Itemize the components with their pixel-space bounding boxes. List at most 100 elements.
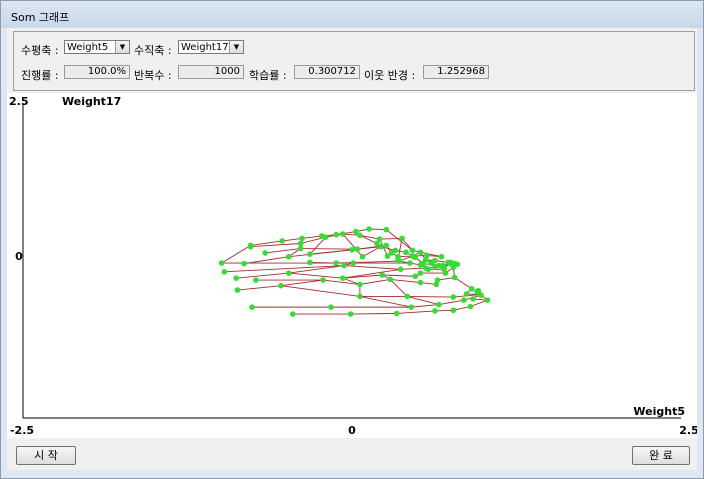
som-node <box>247 243 254 250</box>
som-node <box>297 240 304 247</box>
y-axis-label: 수직축 : <box>134 44 172 57</box>
som-edge <box>359 278 391 285</box>
som-edge <box>379 238 403 240</box>
som-node <box>403 249 409 256</box>
som-node <box>357 232 363 239</box>
y-axis-select[interactable]: Weight17 ▼ <box>178 40 244 54</box>
window-title: Som 그래프 <box>11 11 70 24</box>
som-node <box>392 247 399 254</box>
som-node <box>438 253 445 260</box>
som-edge <box>438 299 464 306</box>
window-client-area: 수평축 : Weight5 ▼ 수직축 : Weight17 ▼ 진행률 : 1… <box>7 28 699 470</box>
learning-rate-label: 학습률 : <box>249 69 287 82</box>
som-node <box>463 291 470 297</box>
x-axis-select[interactable]: Weight5 ▼ <box>64 40 130 54</box>
som-node <box>262 250 268 256</box>
iterations-label: 반복수 : <box>134 69 172 82</box>
som-node <box>475 287 482 294</box>
chevron-down-icon[interactable]: ▼ <box>229 41 243 53</box>
som-node <box>320 277 326 283</box>
som-node <box>357 281 363 288</box>
som-edge <box>389 279 408 297</box>
som-node <box>384 253 391 259</box>
x-axis-select-value: Weight5 <box>67 42 109 53</box>
som-node <box>241 260 247 267</box>
title-bar: Som 그래프 <box>1 1 703 28</box>
x-tick-label: 0 <box>348 424 356 437</box>
som-node <box>328 304 334 310</box>
som-node <box>434 277 441 283</box>
parameter-panel: 수평축 : Weight5 ▼ 수직축 : Weight17 ▼ 진행률 : 1… <box>13 31 695 91</box>
som-node <box>417 270 424 276</box>
learning-rate-field: 0.300712 <box>294 65 360 79</box>
som-node <box>233 275 239 281</box>
som-node <box>286 270 292 276</box>
som-edge <box>344 265 401 270</box>
som-node <box>333 231 340 238</box>
som-edge <box>280 279 324 287</box>
som-chart: 2.5 0 Weight17 Weight5 -2.5 0 2.5 <box>9 95 699 437</box>
som-node <box>396 258 403 264</box>
progress-label: 진행률 : <box>21 69 59 82</box>
som-node <box>234 287 241 293</box>
y-tick-label: 0 <box>15 250 23 263</box>
som-edge <box>224 265 345 273</box>
som-node <box>432 308 438 314</box>
start-button[interactable]: 시 작 <box>16 446 76 465</box>
chevron-down-icon[interactable]: ▼ <box>115 41 129 53</box>
som-edge <box>350 312 397 315</box>
som-node <box>461 297 467 303</box>
som-node <box>470 296 476 302</box>
som-edge <box>396 310 435 314</box>
som-node <box>357 293 363 300</box>
som-edge <box>342 268 401 279</box>
som-plot-area: 2.5 0 Weight17 Weight5 -2.5 0 2.5 <box>7 93 699 438</box>
som-node <box>286 253 292 260</box>
som-node <box>307 259 313 266</box>
som-node <box>289 311 296 317</box>
som-node <box>417 249 424 256</box>
som-node <box>441 264 447 271</box>
som-node <box>383 226 390 233</box>
som-node <box>354 246 361 252</box>
som-node <box>407 260 413 266</box>
y-axis-select-value: Weight17 <box>181 42 229 53</box>
som-node <box>436 301 442 308</box>
som-edge <box>236 272 289 279</box>
som-node <box>341 262 347 269</box>
som-node <box>409 247 416 254</box>
x-tick-label: -2.5 <box>10 424 34 437</box>
som-node <box>359 253 366 260</box>
som-edge <box>309 236 327 255</box>
som-node <box>442 270 449 276</box>
som-edge <box>282 238 303 242</box>
x-tick-label: 2.5 <box>679 424 697 437</box>
som-edge <box>454 277 473 290</box>
som-edge <box>288 272 343 279</box>
som-node <box>339 275 346 281</box>
som-node <box>412 273 418 280</box>
som-node <box>417 279 424 286</box>
som-node <box>451 274 458 281</box>
neighborhood-field: 1.252968 <box>423 65 489 79</box>
som-node <box>467 303 474 310</box>
som-node <box>450 307 457 314</box>
som-node <box>450 264 457 271</box>
som-node <box>422 257 429 263</box>
som-node <box>350 260 357 266</box>
som-node <box>253 277 259 283</box>
som-node <box>347 311 354 317</box>
som-node <box>399 235 405 242</box>
som-graph-window: Som 그래프 수평축 : Weight5 ▼ 수직축 : Weight17 ▼… <box>0 0 704 479</box>
som-node <box>278 282 284 289</box>
done-button[interactable]: 완 료 <box>632 446 690 465</box>
som-node <box>397 266 404 273</box>
som-node <box>387 276 393 283</box>
som-edge <box>221 244 251 264</box>
som-node <box>432 264 438 270</box>
som-node <box>409 253 416 259</box>
som-node <box>349 246 355 253</box>
som-node <box>366 226 372 232</box>
som-node <box>221 269 228 275</box>
som-node <box>333 260 340 266</box>
